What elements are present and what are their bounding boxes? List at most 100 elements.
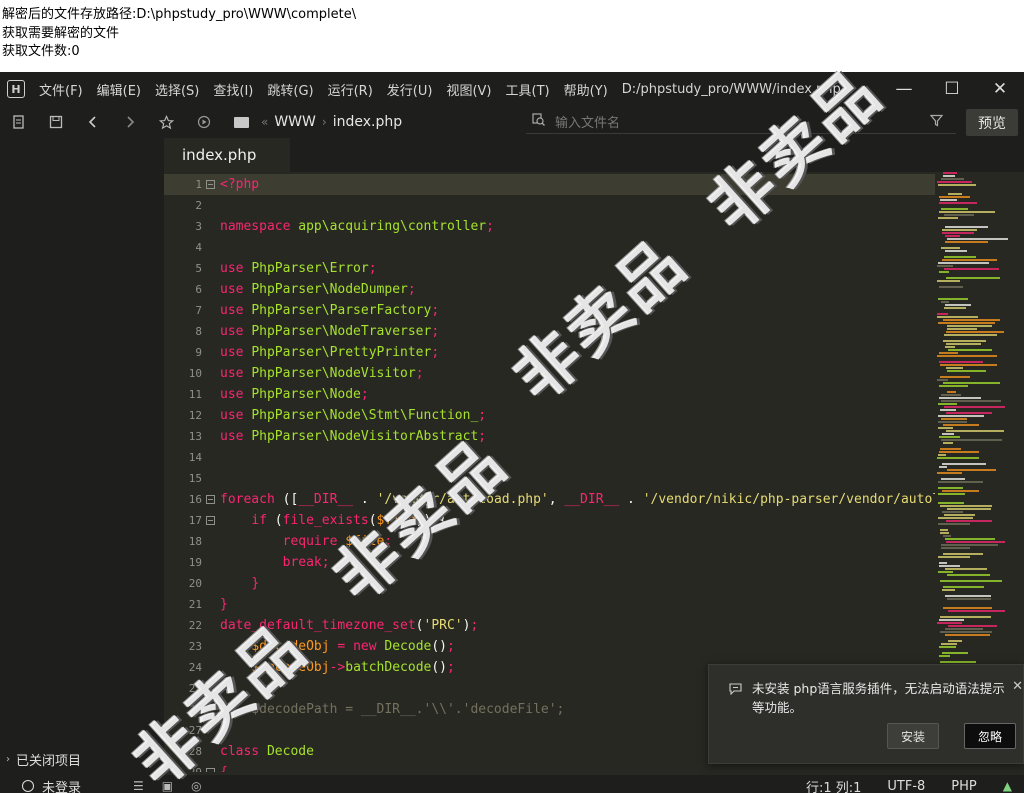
encoding-indicator[interactable]: UTF-8 (887, 779, 925, 793)
line-number: 24 (188, 661, 202, 674)
notification-close-icon[interactable]: ✕ (1012, 679, 1023, 694)
code-token: ( (274, 513, 283, 528)
save-icon[interactable] (37, 115, 74, 129)
menu-help[interactable]: 帮助(Y) (564, 80, 608, 99)
terminal-icon[interactable]: ▣ (162, 779, 173, 793)
file-search-box[interactable]: 输入文件名 (526, 110, 956, 134)
code-line[interactable]: 5 use PhpParser\Error; (164, 258, 935, 279)
minimap-line (938, 322, 995, 324)
cursor-position[interactable]: 行:1 列:1 (806, 777, 861, 793)
breadcrumb-root[interactable]: WWW (274, 114, 316, 130)
menu-view[interactable]: 视图(V) (446, 80, 491, 99)
code-token: ; (321, 555, 330, 570)
code-line[interactable]: 9 use PhpParser\PrettyPrinter; (164, 342, 935, 363)
language-indicator[interactable]: PHP (951, 779, 976, 793)
minimap-line (939, 286, 963, 288)
back-icon[interactable] (74, 115, 111, 129)
minimap-line (943, 382, 1000, 384)
install-button[interactable]: 安装 (887, 723, 939, 749)
code-line[interactable]: 15 (164, 468, 935, 489)
forward-icon[interactable] (111, 115, 148, 129)
project-sidebar: › 已关闭项目 (0, 138, 164, 775)
closed-projects-toggle[interactable]: › 已关闭项目 (6, 750, 81, 769)
line-number: 12 (188, 409, 202, 422)
minimap-line (944, 406, 1005, 408)
code-token: foreach (220, 492, 283, 507)
filter-icon[interactable] (929, 114, 944, 131)
fold-toggle-icon[interactable] (206, 516, 215, 525)
code-line[interactable]: 11 use PhpParser\Node; (164, 384, 935, 405)
fold-toggle-icon[interactable] (206, 768, 215, 772)
code-text: break; (220, 552, 330, 573)
menu-publish[interactable]: 发行(U) (387, 80, 433, 99)
star-icon[interactable] (148, 114, 185, 130)
code-line[interactable]: 3 namespace app\acquiring\controller; (164, 216, 935, 237)
code-token: use (220, 303, 252, 318)
code-token: use (220, 282, 252, 297)
tab-index-php[interactable]: index.php (164, 138, 290, 172)
breadcrumb-file[interactable]: index.php (333, 114, 402, 130)
minimap-line (940, 364, 997, 366)
list-icon[interactable]: ☰ (133, 779, 144, 793)
maximize-icon[interactable]: ☐ (928, 72, 976, 106)
code-line[interactable]: 6 use PhpParser\NodeDumper; (164, 279, 935, 300)
code-token: namespace (220, 219, 299, 234)
code-line[interactable]: 13 use PhpParser\NodeVisitorAbstract; (164, 426, 935, 447)
menu-tools[interactable]: 工具(T) (506, 80, 550, 99)
minimap-line (943, 172, 957, 174)
ignore-button[interactable]: 忽略 (964, 723, 1016, 749)
minimap-line (938, 403, 957, 405)
menu-select[interactable]: 选择(S) (155, 80, 199, 99)
minimap-line (944, 514, 975, 516)
search-input[interactable]: 输入文件名 (555, 112, 620, 131)
minimap-line (941, 547, 970, 549)
code-text: use PhpParser\ParserFactory; (220, 300, 439, 321)
fold-toggle-icon[interactable] (206, 495, 215, 504)
minimap-line (940, 631, 992, 633)
fold-toggle-icon[interactable] (206, 180, 215, 189)
code-line[interactable]: 14 (164, 447, 935, 468)
globe-icon[interactable]: ◎ (191, 779, 201, 793)
code-line[interactable]: 8 use PhpParser\NodeTraverser; (164, 321, 935, 342)
line-number: 15 (188, 472, 202, 485)
menu-edit[interactable]: 编辑(E) (97, 80, 141, 99)
minimap-line (941, 208, 968, 210)
minimap-line (938, 571, 953, 573)
code-line[interactable]: 19 break; (164, 552, 935, 573)
close-icon[interactable]: ✕ (976, 72, 1024, 106)
code-line[interactable]: 22 date_default_timezone_set('PRC'); (164, 615, 935, 636)
code-line[interactable]: 18 require $file; (164, 531, 935, 552)
bell-icon[interactable]: ▲ (1003, 779, 1012, 793)
menu-run[interactable]: 运行(R) (328, 80, 373, 99)
code-line[interactable]: 17 if (file_exists($file)) { (164, 510, 935, 531)
code-line[interactable]: 20 } (164, 573, 935, 594)
code-token: ; (470, 618, 479, 633)
code-line[interactable]: 2 (164, 195, 935, 216)
login-status[interactable]: 未登录 (22, 777, 81, 793)
code-token: PhpParser\NodeVisitor (251, 366, 416, 381)
code-token: use (220, 408, 252, 423)
code-line[interactable]: 10 use PhpParser\NodeVisitor; (164, 363, 935, 384)
code-line[interactable]: 1 <?php (164, 174, 935, 195)
run-icon[interactable] (185, 115, 222, 129)
code-text: $decodeObj->batchDecode(); (220, 657, 455, 678)
code-line[interactable]: 12 use PhpParser\Node\Stmt\Function_; (164, 405, 935, 426)
code-token: $file (345, 534, 385, 549)
code-line[interactable]: 7 use PhpParser\ParserFactory; (164, 300, 935, 321)
new-file-icon[interactable] (0, 115, 37, 129)
menu-file[interactable]: 文件(F) (39, 80, 83, 99)
minimap-line (946, 331, 1004, 333)
code-line[interactable]: 4 (164, 237, 935, 258)
code-line[interactable]: 21} (164, 594, 935, 615)
minimap-line (937, 265, 953, 267)
minimize-icon[interactable]: — (880, 72, 928, 106)
menu-find[interactable]: 查找(I) (213, 80, 253, 99)
code-line[interactable]: 23 $decodeObj = new Decode(); (164, 636, 935, 657)
code-line[interactable]: 16 foreach ([__DIR__ . '/vendor/autoload.… (164, 489, 935, 510)
code-token: Decode (384, 639, 432, 654)
preview-button[interactable]: 预览 (966, 109, 1018, 136)
minimap-line (943, 340, 986, 342)
menu-goto[interactable]: 跳转(G) (267, 80, 313, 99)
code-token: require (282, 534, 346, 549)
